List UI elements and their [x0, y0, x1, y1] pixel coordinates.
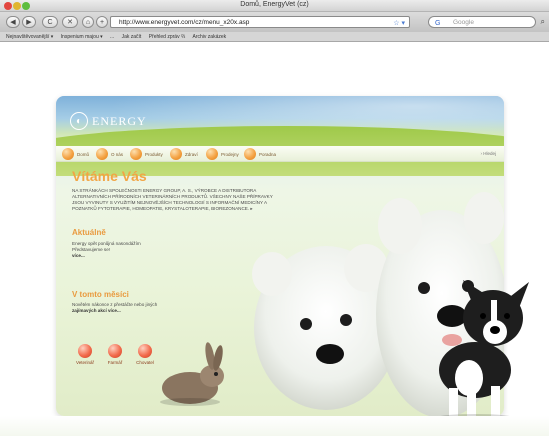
nav-item-home[interactable]: Domů	[62, 148, 89, 160]
farmer-button[interactable]: Farmář	[102, 344, 128, 365]
stop-button[interactable]: ✕	[62, 16, 78, 28]
forward-button[interactable]: ▶	[22, 16, 36, 28]
nav-item-about[interactable]: O nás	[96, 148, 123, 160]
orb-icon	[244, 148, 256, 160]
search-link[interactable]: › Hledej	[480, 151, 496, 156]
reload-icon: C	[47, 18, 53, 26]
logo-icon: ◐	[70, 112, 88, 130]
bookmarks-bar: Nejnavštěvovanější ▾ Inspenium majou ▾ .…	[0, 32, 549, 42]
home-icon: ⌂	[85, 18, 91, 26]
vet-button[interactable]: Veterinář	[72, 344, 98, 365]
news-list: Energy opět ponůjná nasondážím Představu…	[72, 241, 192, 259]
bookmark-item[interactable]: Jak začít	[122, 32, 142, 42]
address-text: http://www.energyvet.com/cz/menu_x20x.as…	[119, 19, 250, 26]
rabbit-illustration	[160, 342, 224, 406]
nav-item-shops[interactable]: Prodejny	[206, 148, 239, 160]
welcome-heading: Vítáme Vás	[72, 168, 147, 184]
rss-icon[interactable]: ☆ ▾	[393, 18, 405, 27]
back-button[interactable]: ◀	[6, 16, 20, 28]
month-more-link[interactable]: zajímavých akcí více...	[72, 308, 192, 314]
dog-illustration	[435, 280, 529, 422]
farmer-label: Farmář	[107, 360, 123, 365]
main-nav: Domů O nás Produkty Zdraví Prodejny Pora…	[56, 146, 504, 162]
orb-icon	[78, 344, 92, 358]
news-more-link[interactable]: více...	[72, 253, 192, 259]
orb-icon	[206, 148, 218, 160]
dog-image	[425, 278, 549, 422]
orb-icon	[170, 148, 182, 160]
google-icon: G	[435, 20, 441, 27]
window-titlebar: Domů, EnergyVet (cz)	[0, 0, 549, 12]
nav-label: Prodejny	[221, 151, 239, 157]
header-banner: ◐ ENERGY	[56, 96, 504, 176]
page-footer-area	[0, 416, 549, 436]
search-field[interactable]: G Google ⌕	[428, 16, 545, 28]
address-bar[interactable]: http://www.energyvet.com/cz/menu_x20x.as…	[110, 16, 410, 28]
add-icon: +	[99, 18, 105, 26]
search-icon[interactable]: ⌕	[541, 16, 545, 27]
orb-icon	[130, 148, 142, 160]
bookmark-item[interactable]: Přehled zpráv ⅔	[149, 32, 185, 42]
bookmark-item[interactable]: Nejnavštěvovanější ▾	[6, 32, 53, 42]
bookmark-item[interactable]: Inspenium majou ▾	[61, 32, 103, 42]
orb-icon	[96, 148, 108, 160]
site-logo[interactable]: ◐ ENERGY	[70, 110, 147, 132]
back-icon: ◀	[10, 19, 16, 26]
logo-text: ENERGY	[92, 113, 147, 128]
bookmark-item[interactable]: ...	[110, 32, 114, 42]
month-text: Novětém nákonce z přestáčte nebo jiných …	[72, 302, 192, 314]
bookmark-item[interactable]: Archiv zakázek	[193, 32, 227, 42]
window-title: Domů, EnergyVet (cz)	[240, 1, 309, 8]
month-heading: V tomto měsíci	[72, 290, 129, 299]
news-heading: Aktuálně	[72, 228, 106, 237]
add-bookmark-button[interactable]: +	[96, 16, 108, 28]
nav-item-advice[interactable]: Poradna	[244, 148, 276, 160]
orb-icon	[62, 148, 74, 160]
reload-button[interactable]: C	[42, 16, 58, 28]
forward-icon: ▶	[26, 19, 32, 26]
nav-label: Domů	[77, 151, 90, 157]
vet-label: Veterinář	[75, 360, 94, 365]
search-placeholder: Google	[453, 19, 474, 26]
nav-item-products[interactable]: Produkty	[130, 148, 163, 160]
nav-label: Zdraví	[185, 151, 198, 157]
nav-label: Produkty	[145, 151, 163, 157]
orb-icon	[108, 344, 122, 358]
rabbit-image	[150, 342, 234, 408]
browser-toolbar: ◀ ▶ C ✕ ⌂ + http://www.energyvet.com/cz/…	[0, 12, 549, 32]
nav-label: O nás	[111, 151, 124, 157]
nav-label: Poradna	[259, 151, 277, 157]
home-button[interactable]: ⌂	[82, 16, 94, 28]
nav-item-health[interactable]: Zdraví	[170, 148, 198, 160]
stop-icon: ✕	[67, 19, 73, 26]
